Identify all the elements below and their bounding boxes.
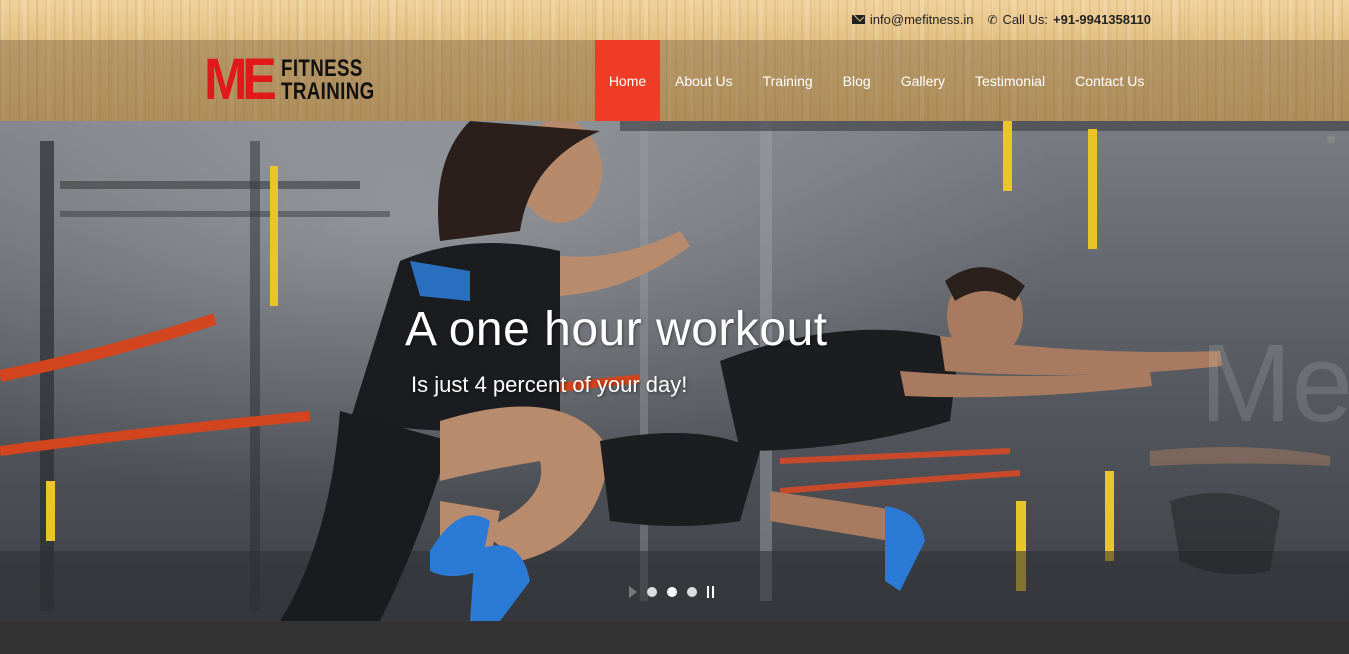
nav-about-us[interactable]: About Us <box>660 40 748 121</box>
hero-background-image: Me <box>0 121 1349 621</box>
section-strip <box>0 621 1349 654</box>
play-icon[interactable] <box>629 586 637 598</box>
slide-dot-1[interactable] <box>647 587 657 597</box>
nav-gallery[interactable]: Gallery <box>886 40 960 121</box>
slider-controls <box>629 586 714 598</box>
envelope-icon <box>851 15 865 24</box>
nav-testimonial[interactable]: Testimonial <box>960 40 1060 121</box>
logo-line-training: TRAINING <box>281 78 375 105</box>
site-logo[interactable]: ME FITNESS TRAINING <box>204 47 374 112</box>
pause-icon[interactable] <box>707 586 714 598</box>
email-text[interactable]: info@mefitness.in <box>870 12 974 27</box>
phone-number[interactable]: +91-9941358110 <box>1053 12 1151 27</box>
slider-corner-indicator <box>1327 135 1335 143</box>
phone-info: ✆ Call Us: +91-9941358110 <box>987 12 1151 27</box>
logo-line-fitness: FITNESS <box>281 55 363 82</box>
hero-title: A one hour workout <box>405 303 828 356</box>
hero-subtitle: Is just 4 percent of your day! <box>411 372 688 397</box>
nav-training[interactable]: Training <box>748 40 828 121</box>
phone-icon: ✆ <box>987 12 998 27</box>
email-link[interactable]: info@mefitness.in <box>851 12 974 27</box>
nav-blog[interactable]: Blog <box>828 40 886 121</box>
logo-mark: ME <box>204 47 277 112</box>
hero-slider[interactable]: Me A one hour workout Is just 4 percent … <box>0 121 1349 621</box>
main-menu: Home About Us Training Blog Gallery Test… <box>595 40 1159 121</box>
svg-text:Me: Me <box>1200 322 1349 445</box>
nav-contact-us[interactable]: Contact Us <box>1060 40 1159 121</box>
slide-dot-2[interactable] <box>667 587 677 597</box>
contact-info: info@mefitness.in ✆ Call Us: +91-9941358… <box>851 12 1151 27</box>
top-bar: info@mefitness.in ✆ Call Us: +91-9941358… <box>0 0 1349 40</box>
phone-label: Call Us: <box>1002 12 1049 27</box>
slide-dot-3[interactable] <box>687 587 697 597</box>
main-navbar: ME FITNESS TRAINING Home About Us Traini… <box>0 40 1349 121</box>
nav-home[interactable]: Home <box>595 40 660 121</box>
